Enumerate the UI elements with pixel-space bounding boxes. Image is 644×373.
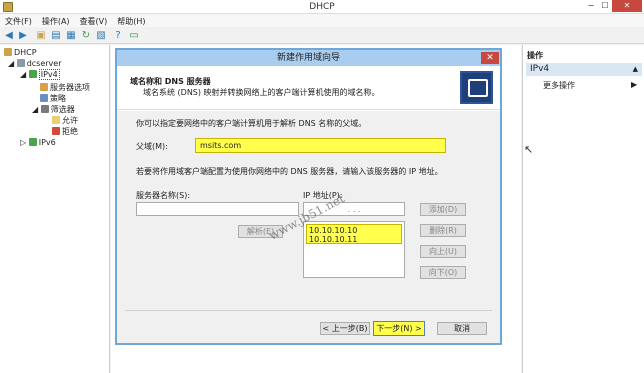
more-actions[interactable]: 更多操作 ▶ bbox=[543, 80, 637, 91]
close-button[interactable]: ✕ bbox=[612, 0, 642, 12]
move-down-button[interactable]: 向下(O) bbox=[420, 266, 466, 279]
intro-text: 你可以指定要网络中的客户端计算机用于解析 DNS 名称的父域。 bbox=[136, 119, 367, 128]
tree-item-server-options[interactable]: 服务器选项 bbox=[40, 82, 90, 93]
wizard-header: 域名称和 DNS 服务器 域名系统 (DNS) 映射并转换网络上的客户端计算机使… bbox=[117, 66, 500, 110]
server-icon bbox=[16, 59, 25, 67]
cancel-button[interactable]: 取消 bbox=[437, 322, 487, 335]
actions-ipv4-group[interactable]: IPv4 ▲ bbox=[526, 63, 642, 76]
ipv4-icon bbox=[28, 70, 37, 78]
ip-address-list[interactable]: 10.10.10.10 10.10.10.11 bbox=[303, 221, 405, 278]
show-hide-icon[interactable]: ▤ bbox=[50, 30, 62, 42]
deny-icon bbox=[52, 127, 60, 135]
parent-domain-label: 父域(M): bbox=[136, 142, 168, 151]
maximize-button[interactable]: ☐ bbox=[598, 0, 612, 12]
server-name-label: 服务器名称(S): bbox=[136, 191, 191, 200]
menu-action[interactable]: 操作(A) bbox=[37, 14, 75, 29]
menu-bar: 文件(F) 操作(A) 查看(V) 帮助(H) bbox=[0, 14, 644, 27]
back-icon[interactable]: ◀ bbox=[3, 30, 15, 42]
chevron-right-icon: ▶ bbox=[631, 80, 638, 89]
tree-item-policies[interactable]: 策略 bbox=[40, 93, 66, 104]
options-icon bbox=[40, 83, 48, 91]
collapse-icon: ▲ bbox=[632, 65, 638, 73]
back-button[interactable]: < 上一步(B) bbox=[320, 322, 370, 335]
parent-domain-input[interactable]: msits.com bbox=[195, 138, 446, 153]
wizard-close-button[interactable]: ✕ bbox=[481, 52, 499, 64]
remove-button[interactable]: 删除(R) bbox=[420, 224, 466, 237]
menu-view[interactable]: 查看(V) bbox=[75, 14, 113, 29]
dhcp-icon bbox=[4, 48, 12, 56]
tree-item-filters[interactable]: ◢ 筛选器 bbox=[32, 104, 75, 115]
ip-list-item[interactable]: 10.10.10.11 bbox=[309, 235, 399, 244]
export-icon[interactable]: ▦ bbox=[65, 30, 77, 42]
policies-icon bbox=[40, 94, 48, 102]
window-title: DHCP bbox=[309, 2, 335, 12]
forward-icon[interactable]: ▶ bbox=[17, 30, 29, 42]
minimize-button[interactable]: − bbox=[584, 0, 598, 12]
new-scope-wizard: 新建作用域向导 ✕ 域名称和 DNS 服务器 域名系统 (DNS) 映射并转换网… bbox=[115, 48, 502, 345]
actions-header: 操作 bbox=[527, 51, 543, 60]
dns-note: 若要将作用域客户端配置为使用你网络中的 DNS 服务器，请输入该服务器的 IP … bbox=[136, 167, 443, 176]
menu-help[interactable]: 帮助(H) bbox=[112, 14, 150, 29]
up-icon[interactable]: ▣ bbox=[35, 30, 47, 42]
title-bar: DHCP − ☐ ✕ bbox=[0, 0, 644, 14]
button-separator bbox=[125, 310, 492, 311]
tree-item-dhcp[interactable]: DHCP bbox=[4, 48, 37, 57]
tree-item-ipv6[interactable]: ▷ IPv6 bbox=[20, 138, 56, 147]
add-button[interactable]: 添加(D) bbox=[420, 203, 466, 216]
server-name-input[interactable] bbox=[136, 202, 299, 216]
wizard-body: 你可以指定要网络中的客户端计算机用于解析 DNS 名称的父域。 父域(M): m… bbox=[117, 111, 500, 343]
tree-item-deny[interactable]: 拒绝 bbox=[52, 126, 78, 137]
next-button[interactable]: 下一步(N) > bbox=[373, 321, 425, 336]
mouse-cursor-icon: ↖ bbox=[524, 143, 534, 156]
tree-item-ipv4[interactable]: ◢ IPv4 bbox=[20, 69, 60, 80]
refresh-icon[interactable]: ↻ bbox=[80, 30, 92, 42]
actions-pane: 操作 IPv4 ▲ 更多操作 ▶ bbox=[522, 45, 644, 373]
ipv6-icon bbox=[28, 138, 37, 146]
tree-item-allow[interactable]: 允许 bbox=[52, 115, 78, 126]
help-icon[interactable]: ? bbox=[112, 30, 124, 42]
console-icon[interactable]: ▭ bbox=[128, 30, 140, 42]
wizard-title: 新建作用域向导 bbox=[117, 50, 500, 66]
menu-file[interactable]: 文件(F) bbox=[0, 14, 37, 29]
tree-item-server[interactable]: ◢ dcserver bbox=[8, 59, 62, 68]
wizard-heading: 域名称和 DNS 服务器 bbox=[130, 77, 211, 86]
filters-icon bbox=[40, 105, 49, 113]
toolbar: ◀ ▶ ▣ ▤ ▦ ↻ ▧ ? ▭ bbox=[0, 28, 644, 44]
properties-icon[interactable]: ▧ bbox=[95, 30, 107, 42]
allow-icon bbox=[52, 116, 60, 124]
wizard-pages-icon bbox=[460, 71, 493, 104]
wizard-subheading: 域名系统 (DNS) 映射并转换网络上的客户端计算机使用的域名称。 bbox=[143, 88, 380, 97]
ip-list-item[interactable]: 10.10.10.10 bbox=[309, 226, 399, 235]
move-up-button[interactable]: 向上(U) bbox=[420, 245, 466, 258]
console-tree: DHCP ◢ dcserver ◢ IPv4 服务器选项 策略 ◢ 筛选器 允许… bbox=[0, 45, 110, 373]
